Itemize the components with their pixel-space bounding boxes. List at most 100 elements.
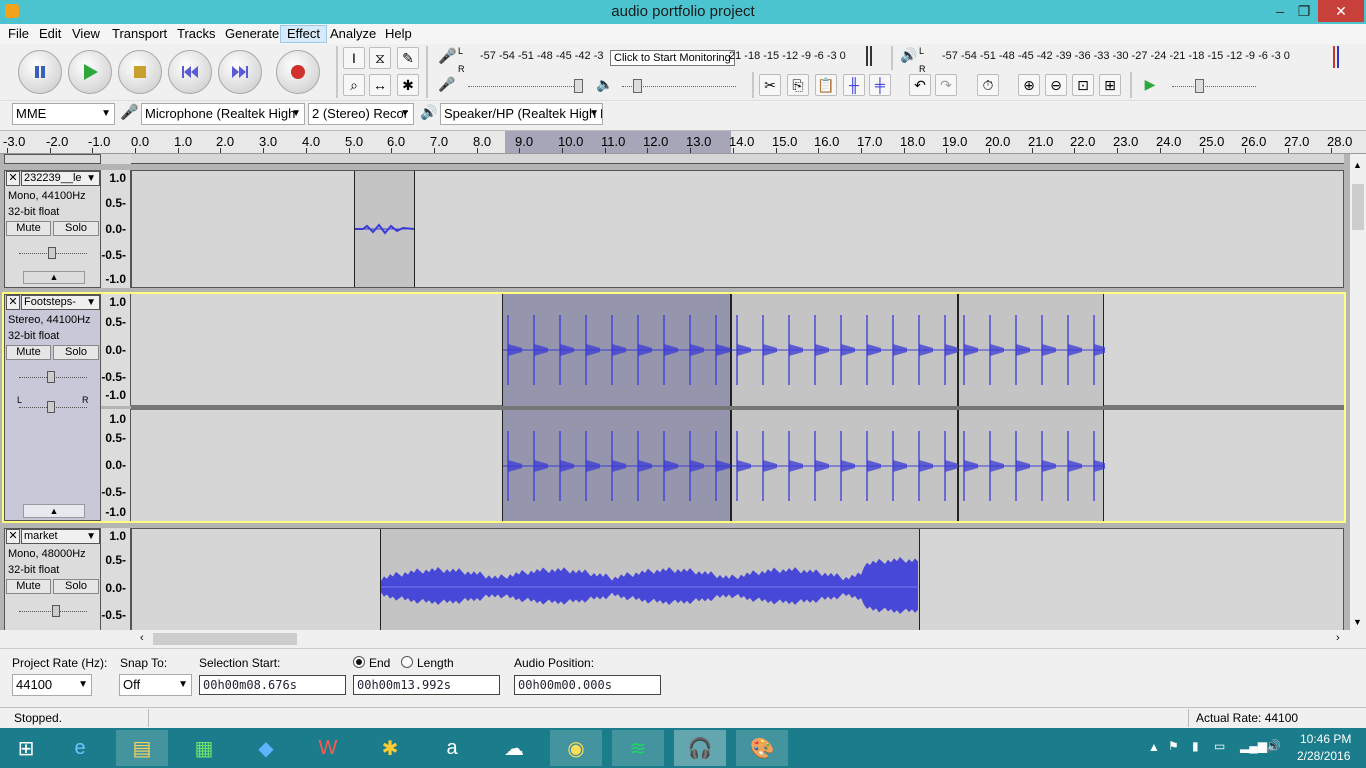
play-speed-slider[interactable] xyxy=(1172,86,1256,87)
tray-flag-icon[interactable]: ⚑ xyxy=(1168,739,1179,753)
play-speed-thumb[interactable] xyxy=(1195,79,1204,93)
menu-edit[interactable]: Edit xyxy=(33,25,67,43)
pause-button[interactable] xyxy=(18,50,62,94)
menu-tracks[interactable]: Tracks xyxy=(171,25,222,43)
record-button[interactable] xyxy=(276,50,320,94)
sync-lock-button[interactable]: ⏱ xyxy=(977,74,999,96)
tray-chevron-icon[interactable]: ▲ xyxy=(1148,740,1160,754)
audio-host-select[interactable]: MME ▼ xyxy=(12,103,115,125)
project-rate-select[interactable]: 44100 ▼ xyxy=(12,674,92,696)
solo-button[interactable]: Solo xyxy=(53,221,99,236)
paint-icon[interactable]: ✱ xyxy=(364,730,416,766)
draw-tool-button[interactable]: ✎ xyxy=(397,47,419,69)
menu-file[interactable]: File xyxy=(2,25,35,43)
track-control-panel[interactable]: ✕ Footsteps- ▼ Stereo, 44100Hz 32-bit flo… xyxy=(4,294,101,521)
scroll-up-icon[interactable]: ▲ xyxy=(1353,160,1362,170)
spotify-icon[interactable]: ≋ xyxy=(612,730,664,766)
copy-button[interactable]: ⎘ xyxy=(787,74,809,96)
audio-clip[interactable] xyxy=(958,294,1108,406)
record-meter-scale-tail[interactable]: 21 -18 -15 -12 -9 -6 -3 0 xyxy=(729,50,846,62)
mute-button[interactable]: Mute xyxy=(6,345,51,360)
wifi-signal-icon[interactable]: ▂▄▆ xyxy=(1240,739,1267,753)
scroll-right-icon[interactable]: › xyxy=(1336,632,1340,644)
track-waveform-area[interactable] xyxy=(131,170,1344,288)
horizontal-scrollbar[interactable]: ‹ › xyxy=(131,631,1350,647)
play-at-speed-button[interactable]: ▶ xyxy=(1139,74,1161,96)
timeshift-tool-button[interactable]: ↔ xyxy=(369,74,391,96)
length-radio[interactable] xyxy=(401,656,413,668)
recording-device-select[interactable]: Microphone (Realtek High ▼ xyxy=(141,103,305,125)
gain-thumb[interactable] xyxy=(52,605,60,617)
skip-to-start-button[interactable] xyxy=(168,50,212,94)
file-explorer-icon[interactable]: ▤ xyxy=(116,730,168,766)
menu-help[interactable]: Help xyxy=(379,25,418,43)
selection-end-field[interactable]: 00h00m13.992s xyxy=(353,675,500,695)
skip-to-end-button[interactable] xyxy=(218,50,262,94)
menu-transport[interactable]: Transport xyxy=(106,25,173,43)
undo-button[interactable]: ↶ xyxy=(909,74,931,96)
amazon-icon[interactable]: a xyxy=(426,730,478,766)
solo-button[interactable]: Solo xyxy=(53,345,99,360)
restore-button[interactable]: ❐ xyxy=(1288,0,1320,22)
audio-clip[interactable] xyxy=(731,410,959,521)
scroll-left-icon[interactable]: ‹ xyxy=(140,632,144,644)
close-track-button[interactable]: ✕ xyxy=(6,171,20,186)
mute-button[interactable]: Mute xyxy=(6,221,51,236)
gain-thumb[interactable] xyxy=(48,247,56,259)
clock-time[interactable]: 10:46 PM xyxy=(1300,732,1351,746)
collapse-track-button[interactable]: ▲ xyxy=(23,504,85,518)
track-name-menu[interactable]: market ▼ xyxy=(21,529,100,544)
menu-effect[interactable]: Effect xyxy=(280,25,328,43)
paint-palette-icon[interactable]: 🎨 xyxy=(736,730,788,766)
audio-clip[interactable] xyxy=(354,171,415,287)
record-meter-scale[interactable]: -57 -54 -51 -48 -45 -42 -3 xyxy=(480,50,604,62)
paste-button[interactable]: 📋 xyxy=(815,74,837,96)
audio-clip[interactable] xyxy=(731,294,959,406)
windows-start-icon[interactable]: ⊞ xyxy=(0,730,52,766)
close-button[interactable]: ✕ xyxy=(1318,0,1364,22)
playback-device-select[interactable]: Speaker/HP (Realtek High I ▼ xyxy=(440,103,603,125)
redo-button[interactable]: ↷ xyxy=(935,74,957,96)
wps-icon[interactable]: W xyxy=(302,730,354,766)
stop-button[interactable] xyxy=(118,50,162,94)
recording-volume-slider[interactable] xyxy=(468,86,580,87)
multi-tool-button[interactable]: ✱ xyxy=(397,74,419,96)
close-track-button[interactable]: ✕ xyxy=(6,529,20,544)
solo-button[interactable]: Solo xyxy=(53,579,99,594)
track-control-panel[interactable]: ✕ market ▼ Mono, 48000Hz 32-bit float Mut… xyxy=(4,528,101,630)
audio-clip[interactable] xyxy=(380,529,920,630)
zoom-tool-button[interactable]: ⌕ xyxy=(343,74,365,96)
audio-clip[interactable] xyxy=(958,410,1108,521)
playback-meter-scale[interactable]: -57 -54 -51 -48 -45 -42 -39 -36 -33 -30 … xyxy=(942,50,1290,62)
chrome-icon[interactable]: ◉ xyxy=(550,730,602,766)
pan-thumb[interactable] xyxy=(47,401,55,413)
recording-channels-select[interactable]: 2 (Stereo) Recor ▼ xyxy=(308,103,414,125)
track-name-menu[interactable]: 232239__le ▼ xyxy=(21,171,100,186)
volume-icon[interactable]: 🔊 xyxy=(1266,739,1281,753)
store-icon[interactable]: ▦ xyxy=(178,730,230,766)
horizontal-scroll-thumb[interactable] xyxy=(153,633,297,645)
play-button[interactable] xyxy=(68,50,112,94)
zoom-out-button[interactable]: ⊖ xyxy=(1045,74,1067,96)
tracks-area[interactable]: ✕ 232239__le ▼ Mono, 44100Hz 32-bit float… xyxy=(0,154,1350,630)
vertical-scroll-thumb[interactable] xyxy=(1352,184,1364,230)
close-track-button[interactable]: ✕ xyxy=(6,295,20,310)
track-name-menu[interactable]: Footsteps- ▼ xyxy=(21,295,100,310)
menu-view[interactable]: View xyxy=(66,25,106,43)
audacity-icon[interactable]: 🎧 xyxy=(674,730,726,766)
scroll-down-icon[interactable]: ▼ xyxy=(1353,617,1362,627)
dropbox-icon[interactable]: ◆ xyxy=(240,730,292,766)
track-control-panel[interactable]: ✕ 232239__le ▼ Mono, 44100Hz 32-bit float… xyxy=(4,170,101,288)
end-radio[interactable] xyxy=(353,656,365,668)
clock-date[interactable]: 2/28/2016 xyxy=(1297,749,1350,763)
mute-button[interactable]: Mute xyxy=(6,579,51,594)
menu-generate[interactable]: Generate xyxy=(219,25,285,43)
network-icon[interactable]: ▭ xyxy=(1214,739,1225,753)
fit-project-button[interactable]: ⊞ xyxy=(1099,74,1121,96)
collapse-track-button[interactable]: ▲ xyxy=(23,271,85,284)
envelope-tool-button[interactable]: ⧖ xyxy=(369,47,391,69)
vertical-scrollbar[interactable]: ▲ ▼ xyxy=(1350,158,1366,630)
internet-explorer-icon[interactable]: e xyxy=(54,730,106,766)
menu-analyze[interactable]: Analyze xyxy=(324,25,382,43)
recording-volume-thumb[interactable] xyxy=(574,79,583,93)
